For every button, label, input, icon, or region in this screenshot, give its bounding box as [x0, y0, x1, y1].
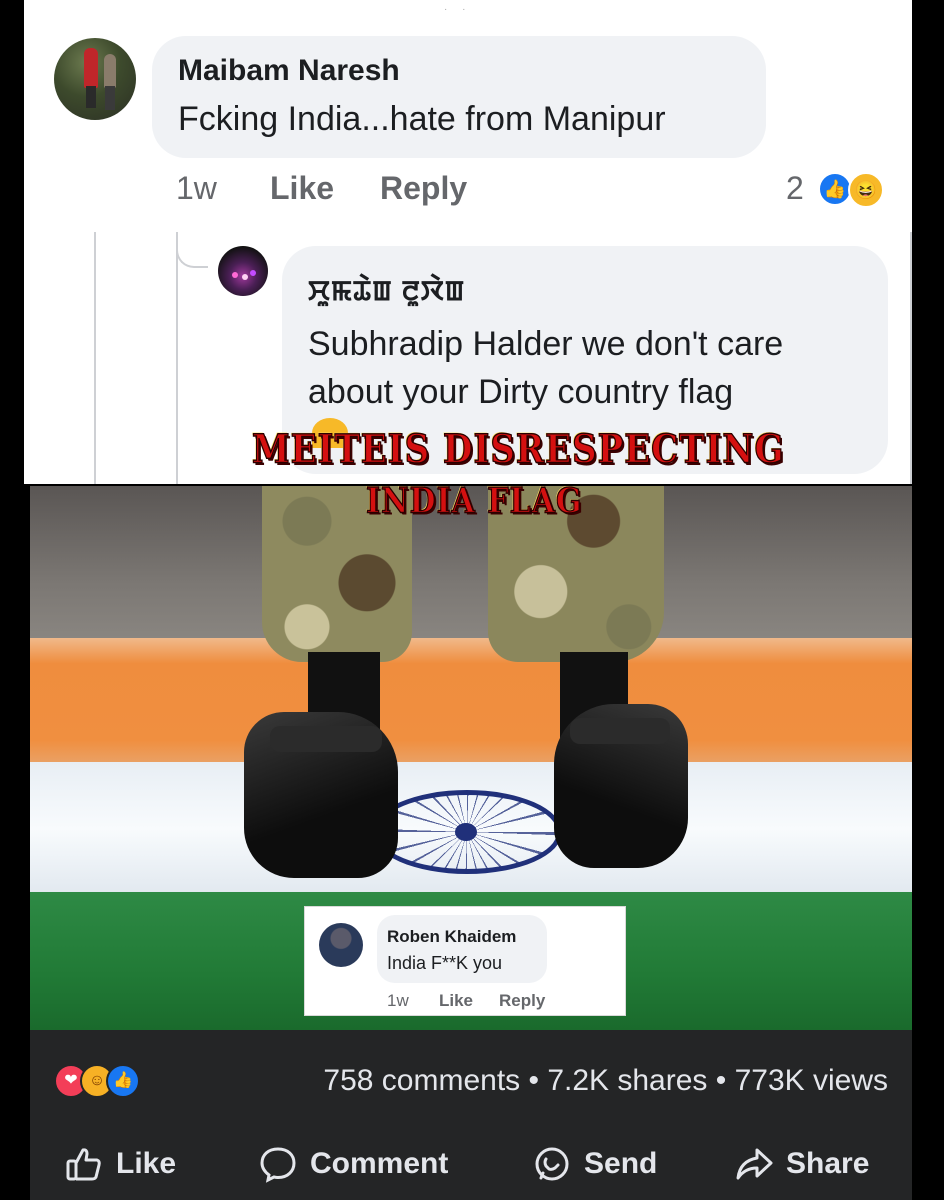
inset-actions: 1w Like Reply	[387, 991, 617, 1013]
overlay-caption: MEITEIS DISRESPECTING	[251, 426, 785, 473]
comment-icon	[260, 1147, 296, 1183]
reply-avatar[interactable]	[218, 246, 268, 296]
thread-line	[176, 232, 178, 484]
avatar-decoration	[232, 272, 238, 278]
avatar-figure	[105, 86, 115, 110]
shoe-strap	[570, 718, 670, 744]
comment-author[interactable]: Maibam Naresh	[178, 54, 400, 88]
overlay-caption: INDIA FLAG	[365, 481, 583, 523]
thread-line	[910, 232, 912, 484]
haha-reaction-icon[interactable]: 😆	[848, 172, 884, 208]
thread-connector	[176, 236, 208, 268]
like-reaction-icon[interactable]: 👍	[818, 172, 852, 206]
flag-saffron-band	[30, 638, 912, 766]
inset-avatar	[319, 923, 363, 967]
inset-like-label: Like	[439, 991, 474, 1010]
like-button[interactable]: Like	[64, 1142, 176, 1186]
avatar-figure	[104, 54, 116, 88]
comment-button[interactable]: Comment	[258, 1142, 448, 1186]
comment-label: Comment	[310, 1147, 449, 1180]
share-label: Share	[786, 1147, 870, 1180]
post-footer: ❤ ☺ 👍 758 comments • 7.2K shares • 773K …	[30, 1030, 912, 1200]
post-actions: Like Comment Send Share	[30, 1142, 912, 1186]
inset-author: Roben Khaidem	[387, 927, 517, 946]
inset-comment-screenshot: Roben Khaidem India F**K you 1w Like Rep…	[304, 906, 626, 1016]
reaction-count[interactable]: 2	[786, 170, 804, 207]
like-button[interactable]: Like	[270, 170, 334, 207]
comment-panel: · · Maibam Naresh Fcking India...hate fr…	[24, 0, 912, 484]
comment-bubble: Maibam Naresh Fcking India...hate from M…	[152, 36, 766, 158]
inset-reply-label: Reply	[499, 991, 546, 1010]
avatar[interactable]	[54, 38, 136, 120]
comment-timestamp[interactable]: 1w	[176, 170, 217, 207]
comment-text: Fcking India...hate from Manipur	[178, 100, 666, 138]
chakra-wheel	[372, 790, 562, 874]
like-reaction-icon: 👍	[106, 1064, 140, 1098]
reply-text: Subhradip Halder we don't care about you…	[308, 325, 784, 411]
avatar-figure	[84, 48, 98, 88]
thumbs-up-icon	[66, 1148, 101, 1181]
reply-button[interactable]: Reply	[380, 170, 467, 207]
send-button[interactable]: Send	[532, 1142, 657, 1186]
messenger-icon	[535, 1147, 569, 1181]
inset-text: India F**K you	[387, 953, 503, 973]
like-label: Like	[116, 1147, 177, 1180]
reaction-summary[interactable]: ❤ ☺ 👍	[54, 1064, 164, 1100]
shoe-strap	[270, 726, 382, 752]
inset-timestamp: 1w	[387, 991, 409, 1010]
avatar-figure	[86, 86, 96, 108]
post-photo[interactable]: Roben Khaidem India F**K you 1w Like Rep…	[30, 486, 912, 1030]
share-button[interactable]: Share	[734, 1142, 869, 1186]
share-icon	[736, 1148, 773, 1180]
send-label: Send	[584, 1147, 658, 1180]
post-stats[interactable]: 758 comments • 7.2K shares • 773K views	[323, 1064, 888, 1098]
drag-handle-icon: · ·	[444, 4, 472, 15]
reply-author[interactable]: ꯆꯨꯃꯊꯥꯡ ꯂꯨꯋꯥꯡ	[308, 270, 465, 309]
thread-line	[94, 232, 96, 484]
